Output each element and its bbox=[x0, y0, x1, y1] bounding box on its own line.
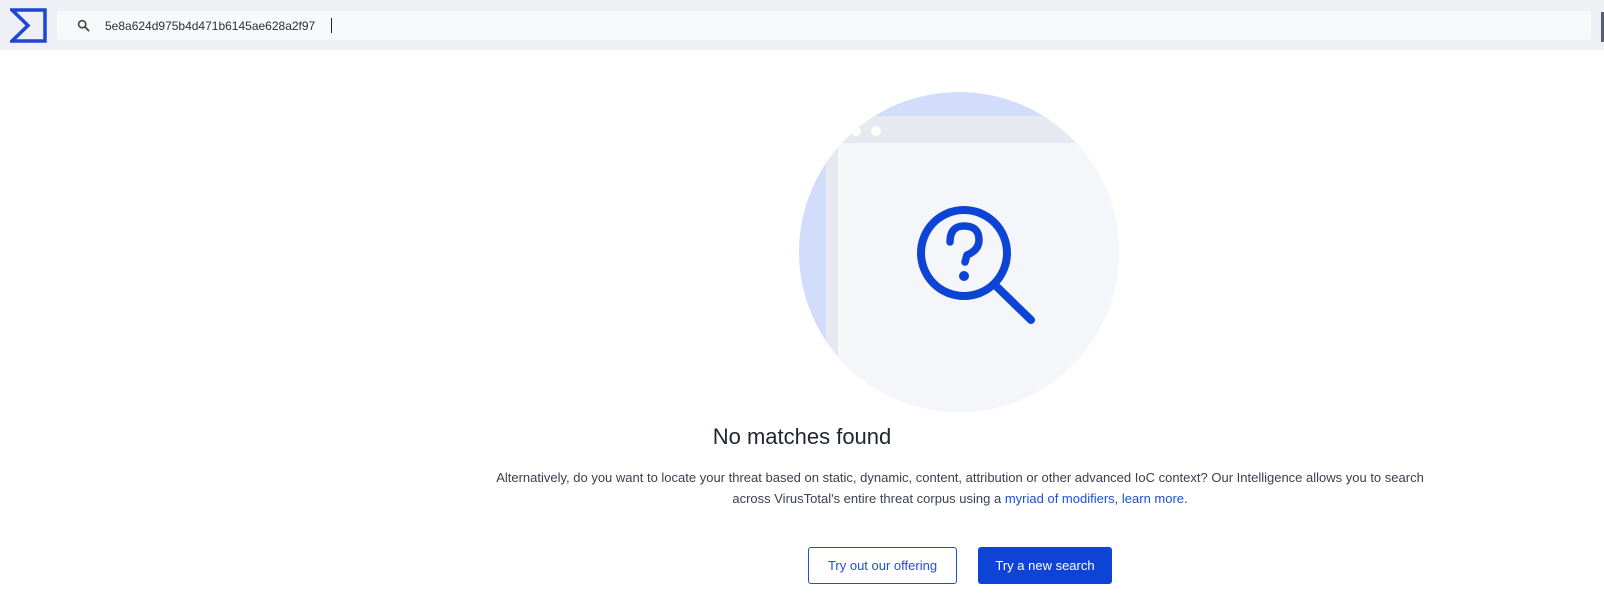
magnifier-question-icon bbox=[799, 92, 1119, 412]
empty-state-title: No matches found bbox=[712, 424, 892, 449]
link-separator: , bbox=[1114, 491, 1122, 506]
search-icon bbox=[77, 19, 90, 32]
description-text: Alternatively, do you want to locate you… bbox=[496, 470, 1424, 506]
learn-more-link[interactable]: learn more bbox=[1122, 491, 1184, 506]
new-search-button[interactable]: Try a new search bbox=[978, 547, 1112, 584]
empty-state-description: Alternatively, do you want to locate you… bbox=[480, 467, 1440, 509]
sigma-logo-icon[interactable] bbox=[10, 8, 47, 43]
try-offering-button[interactable]: Try out our offering bbox=[808, 547, 957, 584]
text-cursor bbox=[331, 18, 332, 33]
description-end: . bbox=[1184, 491, 1188, 506]
modifiers-link[interactable]: myriad of modifiers bbox=[1005, 491, 1115, 506]
search-bar[interactable] bbox=[57, 11, 1591, 40]
top-bar bbox=[0, 0, 1604, 50]
search-input[interactable] bbox=[105, 15, 1305, 36]
